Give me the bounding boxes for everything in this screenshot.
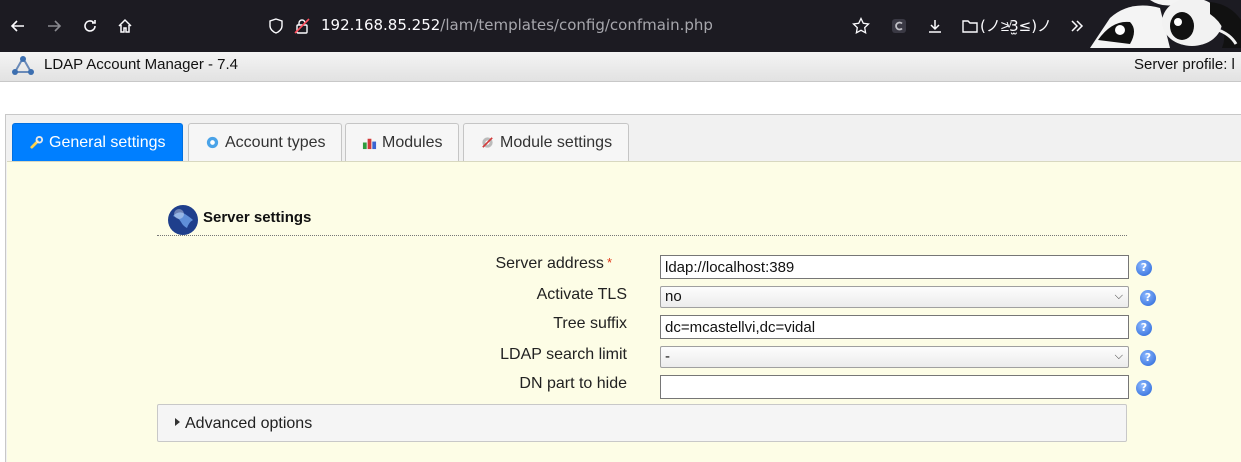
tab-modules[interactable]: Modules (345, 123, 459, 161)
tab-label: General settings (49, 133, 166, 151)
activate-tls-help-icon[interactable]: ? (1140, 290, 1156, 306)
search-limit-label: LDAP search limit (500, 346, 627, 363)
folder-icon (962, 20, 978, 33)
tab-label: Account types (225, 133, 326, 151)
chevrons-right-icon (1071, 20, 1084, 32)
back-button[interactable] (6, 14, 30, 38)
chevron-down-icon: ⌵ (1114, 350, 1123, 362)
tree-suffix-help-icon[interactable]: ? (1136, 320, 1152, 336)
dn-hide-label: DN part to hide (519, 375, 627, 392)
tab-label: Modules (382, 133, 443, 151)
shield-icon (269, 18, 283, 34)
server-address-label-text: Server address (495, 255, 604, 272)
url-host: 192.168.85.252 (321, 16, 441, 34)
globe-icon (168, 205, 198, 235)
lam-logo-icon (12, 56, 34, 75)
required-marker: * (606, 255, 612, 270)
search-limit-help-icon[interactable]: ? (1140, 350, 1156, 366)
bookmark-folder-button[interactable] (958, 14, 982, 38)
section-title: Server settings (203, 209, 312, 226)
search-limit-value: - (665, 348, 670, 365)
bookmark-star-button[interactable] (849, 14, 873, 38)
triangle-right-icon (175, 418, 180, 426)
server-address-input[interactable] (660, 255, 1129, 279)
bookmark-folder-label[interactable]: (ノ≥ͮ3̫≤)ノ (980, 15, 1052, 36)
home-button[interactable] (113, 14, 137, 38)
server-address-label: Server address * (312, 255, 612, 273)
advanced-options-toggle[interactable]: Advanced options (157, 404, 1127, 442)
extension-c-icon (892, 19, 906, 33)
server-profile-label: Server profile: l (1134, 56, 1235, 73)
dn-hide-help-icon[interactable]: ? (1136, 380, 1152, 396)
arrow-right-icon (48, 20, 62, 32)
server-address-help-icon[interactable]: ? (1136, 260, 1152, 276)
reload-icon (84, 20, 96, 32)
dn-hide-input[interactable] (660, 375, 1129, 399)
module-settings-icon (482, 137, 493, 148)
section-heading: Server settings (157, 200, 1127, 236)
insecure-lock-button[interactable] (290, 14, 314, 38)
chevron-down-icon: ⌵ (1114, 290, 1123, 302)
search-limit-select[interactable]: - ⌵ (660, 346, 1129, 368)
activate-tls-select[interactable]: no ⌵ (660, 286, 1129, 308)
activate-tls-label: Activate TLS (536, 286, 627, 303)
tree-suffix-input[interactable] (660, 315, 1129, 339)
modules-icon (362, 138, 377, 150)
app-title: LDAP Account Manager - 7.4 (44, 56, 239, 73)
star-icon (852, 17, 870, 35)
tree-suffix-label: Tree suffix (553, 315, 627, 332)
tab-account-types[interactable]: Account types (188, 123, 342, 161)
forward-button[interactable] (42, 14, 66, 38)
insecure-lock-icon (294, 18, 310, 34)
overflow-menu-button[interactable] (1065, 14, 1089, 38)
browser-toolbar: 192.168.85.252/lam/templates/config/conf… (0, 0, 1241, 52)
account-types-icon (206, 136, 219, 149)
theme-mascot-image (1090, 0, 1241, 48)
downloads-button[interactable] (923, 14, 947, 38)
wrench-icon (30, 135, 44, 149)
home-icon (118, 18, 132, 33)
tab-general-settings[interactable]: General settings (12, 123, 183, 161)
advanced-options-label: Advanced options (185, 415, 313, 432)
tab-module-settings[interactable]: Module settings (463, 123, 629, 161)
app-header: LDAP Account Manager - 7.4 Server profil… (0, 52, 1241, 82)
reload-button[interactable] (78, 14, 102, 38)
tab-label: Module settings (500, 133, 613, 151)
site-info-button[interactable] (264, 14, 288, 38)
download-icon (929, 20, 941, 33)
arrow-left-icon (10, 20, 24, 32)
address-bar[interactable]: 192.168.85.252/lam/templates/config/conf… (321, 16, 713, 34)
extension-button[interactable] (887, 14, 911, 38)
url-path: /lam/templates/config/confmain.php (440, 16, 713, 34)
activate-tls-value: no (665, 288, 682, 305)
